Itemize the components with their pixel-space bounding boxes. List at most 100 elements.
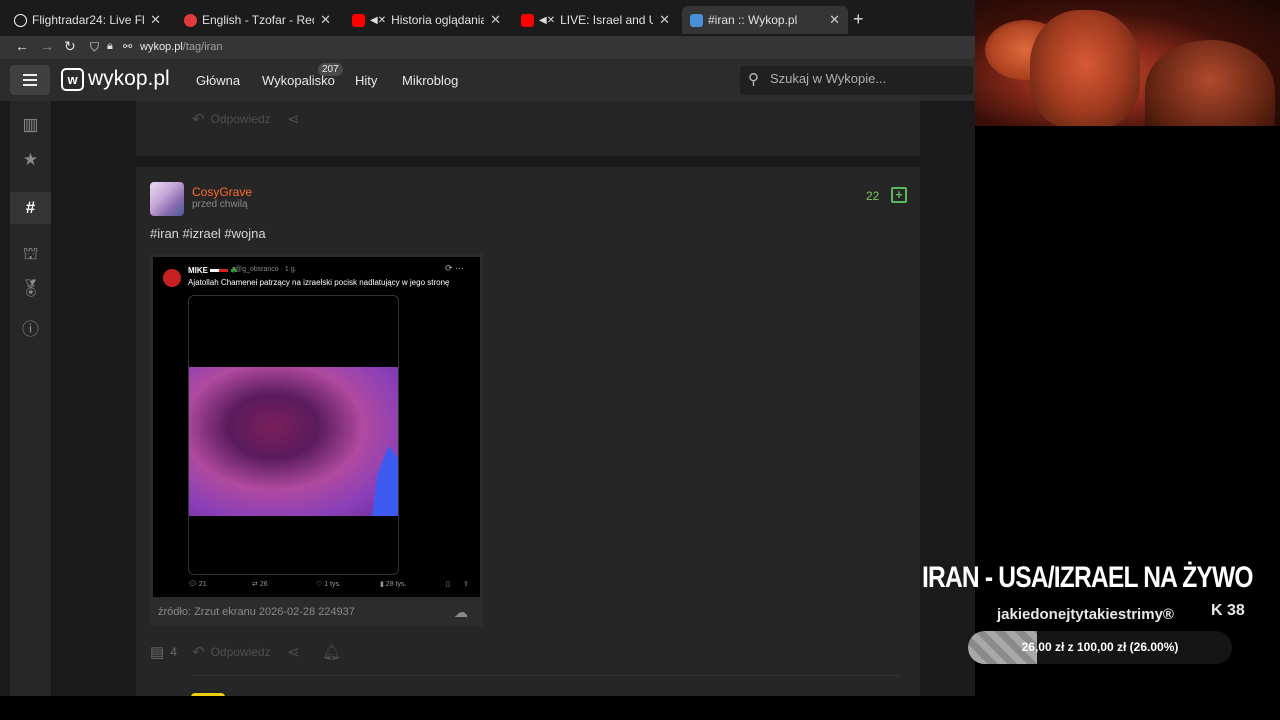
retweets-stat: ⇄ 26 [252, 581, 268, 588]
browser-tab-wykop[interactable]: #iran :: Wykop.pl ✕ [682, 6, 848, 34]
share-button[interactable]: ⋖ [287, 110, 306, 128]
previous-post: ↶ Odpowiedz ⋖ [136, 101, 920, 156]
wykop-icon [690, 13, 703, 27]
flag-red-stripe [219, 269, 229, 273]
books-icon[interactable]: ▥ [10, 115, 51, 135]
comments-button[interactable]: ▤ 4 [150, 643, 177, 661]
post-author[interactable]: CosyGrave [192, 185, 252, 199]
replies-count: 21 [198, 581, 207, 588]
notification-bell-button[interactable]: 🔔︎ [322, 643, 347, 661]
reply-label: Odpowiedz [210, 645, 271, 659]
new-tab-icon[interactable]: + [853, 9, 864, 30]
retweets-count: 26 [259, 581, 268, 588]
tweet-text: Ajatollah Chamenei patrzący na izraelski… [188, 278, 450, 287]
embed-source[interactable]: źródło: Zrzut ekranu 2026-02-28 224937 [158, 606, 355, 618]
tweet-author-name: MIKE [188, 266, 208, 275]
tab-title: #iran :: Wykop.pl [708, 13, 798, 27]
tweet-author-row: MIKE ☘ [188, 266, 237, 275]
microblog-post: CosyGrave przed chwilą 22 + #iran #izrae… [136, 167, 920, 703]
share-button[interactable]: ⋖ [287, 643, 306, 661]
share-icon: ⇧ [463, 581, 469, 588]
site-logo-text[interactable]: wykop.pl [88, 67, 170, 91]
url-host: wykop.pl [140, 41, 183, 53]
browser-tab-youtube-live[interactable]: ◀✕ LIVE: Israel and US Attack Iran ✕ [513, 6, 678, 34]
divider [192, 675, 900, 676]
url-field[interactable]: wykop.pl/tag/iran [140, 41, 223, 53]
site-header: w wykop.pl Główna Wykopalisko 207 Hity M… [0, 59, 975, 101]
post-tags[interactable]: #iran #izrael #wojna [150, 226, 266, 241]
url-path: /tag/iran [182, 41, 223, 53]
reload-icon[interactable]: ↻ [64, 38, 76, 55]
bell-icon: 🔔︎ [322, 644, 342, 661]
search-icon: ⚲ [748, 71, 759, 88]
muted-speaker-icon[interactable]: ◀✕ [370, 15, 386, 26]
bookmark-icon: ▯ [446, 581, 450, 588]
youtube-icon [521, 13, 534, 27]
browser-tab-youtube-history[interactable]: ◀✕ Historia oglądania - YouTube ✕ [344, 6, 509, 34]
forward-arrow-icon[interactable]: → [40, 38, 54, 54]
views-count: 28 tys. [385, 581, 407, 588]
webcam-shoulder [1145, 40, 1275, 126]
reply-button[interactable]: ↶ Odpowiedz [192, 643, 271, 661]
search-input[interactable] [770, 71, 965, 86]
nav-link-glowna[interactable]: Główna [196, 73, 240, 88]
avatar[interactable] [150, 182, 184, 216]
cloud-download-icon[interactable]: ☁ [454, 604, 468, 621]
close-tab-icon[interactable]: ✕ [490, 12, 501, 28]
back-arrow-icon[interactable]: ← [15, 38, 29, 54]
muted-speaker-icon[interactable]: ◀✕ [539, 15, 555, 26]
donation-progress-bar: 26,00 zł z 100,00 zł (26.00%) [968, 631, 1232, 664]
share-icon: ⋖ [287, 644, 300, 661]
video-highlight [372, 446, 398, 516]
likes-stat: ♡ 1 tys. [316, 581, 341, 588]
flag-icon [210, 269, 220, 273]
ranking-icon[interactable]: ⛫ [10, 244, 51, 266]
tweet-screenshot: MIKE ☘ @g_obsranco · 1 g. ⟳ ⋯ Ajatollah … [153, 257, 480, 597]
close-tab-icon[interactable]: ✕ [320, 12, 331, 28]
kick-viewers: K 38 [1211, 602, 1245, 620]
upvote-button[interactable]: + [891, 187, 907, 203]
kick-viewer-count: 38 [1227, 602, 1245, 619]
star-icon[interactable]: ★ [10, 150, 51, 170]
tweet-video [188, 295, 399, 575]
close-tab-icon[interactable]: ✕ [829, 12, 840, 28]
webcam-person [1030, 10, 1140, 126]
reply-button[interactable]: ↶ Odpowiedz [192, 110, 271, 128]
shield-icon[interactable]: ⛉ [90, 40, 99, 55]
browser-tab-tzofar[interactable]: English - Tzofar - Red Alert ✕ [176, 6, 339, 34]
kick-logo-icon: K [1211, 602, 1223, 619]
views-stat: ▮ 28 tys. [380, 581, 407, 588]
post-time[interactable]: przed chwilą [192, 199, 248, 210]
comments-icon: ▤ [150, 644, 165, 661]
left-sidebar: ▥ ★ # ⛫ 🏅︎ ⓘ [10, 101, 51, 696]
reply-icon: ↶ [192, 644, 205, 661]
share-icon: ⋖ [287, 111, 300, 128]
webcam-overlay [975, 0, 1280, 126]
tweet-video-frame [189, 367, 398, 516]
help-icon[interactable]: ⓘ [10, 315, 51, 340]
replies-stat: 💬︎ 21 [188, 581, 207, 588]
red-alert-icon [184, 13, 197, 27]
post-embed[interactable]: MIKE ☘ @g_obsranco · 1 g. ⟳ ⋯ Ajatollah … [150, 254, 483, 626]
nav-link-hity[interactable]: Hity [355, 73, 377, 88]
more-options-icon: ⟳ ⋯ [445, 263, 465, 273]
tweet-handle: @g_obsranco · 1 g. [235, 266, 297, 273]
medal-icon[interactable]: 🏅︎ [10, 279, 51, 299]
tab-title: LIVE: Israel and US Attack Iran [560, 13, 653, 27]
site-settings-icon[interactable]: ⚯ [123, 40, 132, 53]
close-tab-icon[interactable]: ✕ [150, 12, 161, 28]
tab-title: Historia oglądania - YouTube [391, 13, 485, 27]
hamburger-menu-button[interactable] [10, 65, 50, 95]
wykop-logo-icon[interactable]: w [61, 68, 84, 91]
lock-icon[interactable]: 🔒︎ [107, 40, 113, 53]
tab-title: English - Tzofar - Red Alert [202, 13, 314, 27]
close-tab-icon[interactable]: ✕ [659, 12, 670, 28]
wykopalisko-count-badge: 207 [318, 63, 343, 76]
browser-tab-flightradar[interactable]: Flightradar24: Live Flight Tracker ✕ [6, 6, 169, 34]
nav-link-mikroblog[interactable]: Mikroblog [402, 73, 458, 88]
globe-icon [14, 13, 27, 27]
hashtag-icon[interactable]: # [10, 192, 51, 224]
search-box: ⚲ [740, 66, 973, 95]
youtube-icon [352, 13, 365, 27]
browser-tab-bar: Flightradar24: Live Flight Tracker ✕ Eng… [0, 0, 975, 36]
